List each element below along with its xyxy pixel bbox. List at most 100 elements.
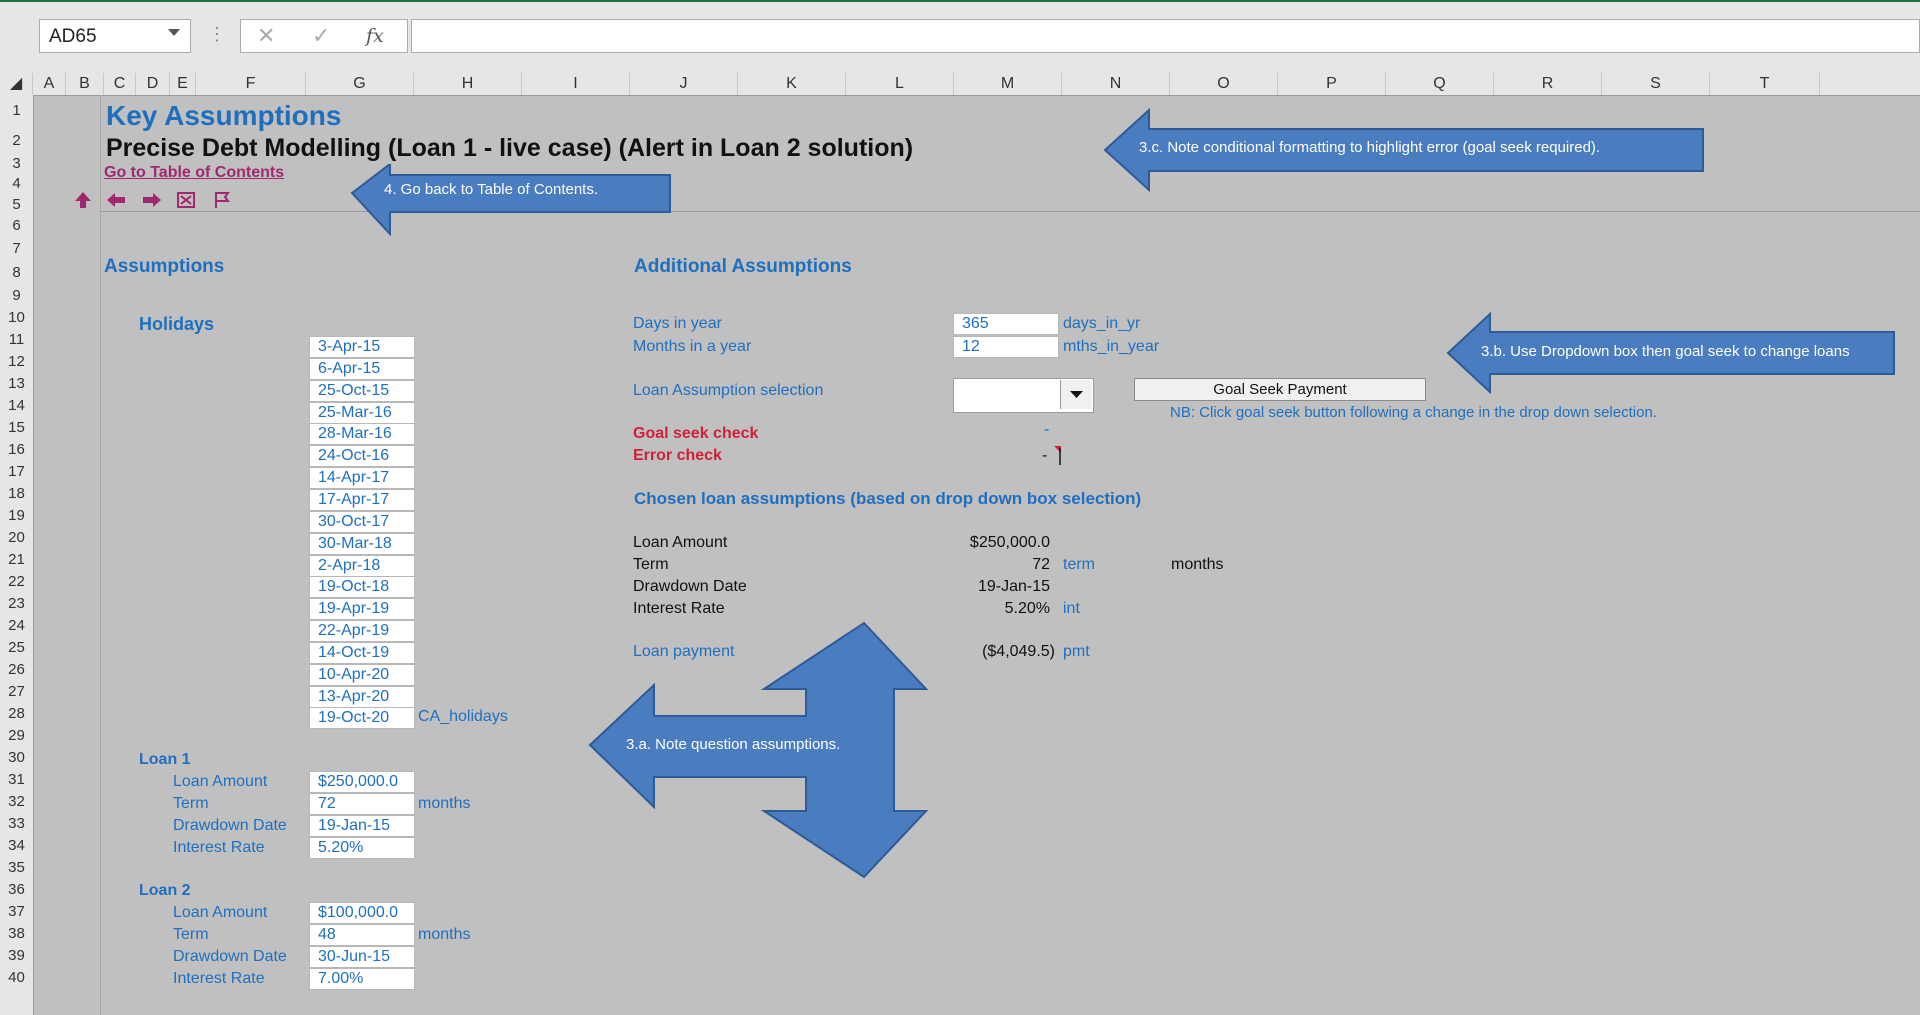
loan2-rate-input[interactable]: 7.00% xyxy=(309,968,415,990)
row-header[interactable]: 6 xyxy=(0,215,33,237)
holiday-date-input[interactable]: 25-Mar-16 xyxy=(309,401,415,424)
holiday-date-input[interactable]: 14-Apr-17 xyxy=(309,467,415,490)
holiday-date-input[interactable]: 28-Mar-16 xyxy=(309,423,415,446)
row-header[interactable]: 9 xyxy=(0,285,33,307)
row-header[interactable]: 15 xyxy=(0,417,33,439)
row-header[interactable]: 7 xyxy=(0,238,33,260)
column-header[interactable]: Q xyxy=(1386,73,1494,95)
row-header[interactable]: 39 xyxy=(0,945,33,967)
row-header[interactable]: 19 xyxy=(0,505,33,527)
holiday-date-input[interactable]: 14-Oct-19 xyxy=(309,641,415,664)
holiday-date-input[interactable]: 6-Apr-15 xyxy=(309,357,415,380)
days-in-year-input[interactable]: 365 xyxy=(953,313,1059,335)
row-header[interactable]: 38 xyxy=(0,923,33,945)
row-header[interactable]: 36 xyxy=(0,879,33,901)
holiday-date-input[interactable]: 19-Oct-18 xyxy=(309,576,415,599)
column-header[interactable]: R xyxy=(1494,73,1602,95)
holiday-date-input[interactable]: 25-Oct-15 xyxy=(309,379,415,402)
row-header[interactable]: 20 xyxy=(0,527,33,549)
holiday-date-input[interactable]: 10-Apr-20 xyxy=(309,663,415,686)
holiday-date-input[interactable]: 24-Oct-16 xyxy=(309,445,415,468)
column-header[interactable]: B xyxy=(66,73,104,95)
dropdown-button[interactable] xyxy=(1060,380,1092,409)
comment-indicator-icon[interactable] xyxy=(1052,446,1062,466)
right-arrow-icon[interactable] xyxy=(142,191,162,209)
row-header[interactable]: 8 xyxy=(0,262,33,284)
row-header[interactable]: 22 xyxy=(0,571,33,593)
row-header[interactable]: 32 xyxy=(0,791,33,813)
holiday-date-input[interactable]: 22-Apr-19 xyxy=(309,620,415,643)
holiday-date-input[interactable]: 19-Apr-19 xyxy=(309,598,415,621)
row-header[interactable]: 14 xyxy=(0,395,33,417)
row-header[interactable]: 21 xyxy=(0,549,33,571)
flag-icon[interactable] xyxy=(213,191,231,209)
row-header[interactable]: 17 xyxy=(0,461,33,483)
column-header[interactable]: O xyxy=(1170,73,1278,95)
row-header[interactable]: 27 xyxy=(0,681,33,703)
close-box-icon[interactable] xyxy=(177,191,195,209)
left-arrow-icon[interactable] xyxy=(106,191,126,209)
up-arrow-icon[interactable] xyxy=(74,191,92,209)
holiday-date-input[interactable]: 30-Oct-17 xyxy=(309,510,415,533)
name-box[interactable]: AD65 xyxy=(39,19,191,53)
toc-link[interactable]: Go to Table of Contents xyxy=(104,163,284,183)
column-header[interactable]: C xyxy=(104,73,136,95)
insert-function-icon[interactable]: fx xyxy=(366,25,384,47)
row-header[interactable]: 18 xyxy=(0,483,33,505)
column-header[interactable]: D xyxy=(136,73,170,95)
holiday-date-input[interactable]: 13-Apr-20 xyxy=(309,685,415,708)
row-header[interactable]: 35 xyxy=(0,857,33,879)
formula-input[interactable] xyxy=(411,19,1920,53)
column-header[interactable]: T xyxy=(1710,73,1820,95)
goal-seek-payment-button[interactable]: Goal Seek Payment xyxy=(1134,378,1426,401)
months-in-year-input[interactable]: 12 xyxy=(953,336,1059,358)
column-header[interactable]: S xyxy=(1602,73,1710,95)
row-header[interactable]: 29 xyxy=(0,725,33,747)
row-header[interactable]: 10 xyxy=(0,307,33,329)
loan2-amount-input[interactable]: $100,000.0 xyxy=(309,902,415,924)
name-box-dropdown-icon[interactable] xyxy=(168,29,180,36)
row-header[interactable]: 13 xyxy=(0,373,33,395)
holiday-date-input[interactable]: 30-Mar-18 xyxy=(309,532,415,555)
loan1-date-input[interactable]: 19-Jan-15 xyxy=(309,815,415,837)
row-header[interactable]: 34 xyxy=(0,835,33,857)
row-header[interactable]: 25 xyxy=(0,637,33,659)
row-header[interactable]: 31 xyxy=(0,769,33,791)
holiday-date-input[interactable]: 3-Apr-15 xyxy=(309,336,415,358)
column-header[interactable]: A xyxy=(33,73,66,95)
holiday-date-input[interactable]: 2-Apr-18 xyxy=(309,554,415,577)
row-header[interactable]: 5 xyxy=(0,194,33,216)
column-header[interactable]: M xyxy=(954,73,1062,95)
column-header[interactable]: E xyxy=(170,73,196,95)
column-header[interactable]: J xyxy=(630,73,738,95)
column-header[interactable]: P xyxy=(1278,73,1386,95)
loan1-term-input[interactable]: 72 xyxy=(309,793,415,815)
row-header[interactable]: 28 xyxy=(0,703,33,725)
row-header[interactable]: 30 xyxy=(0,747,33,769)
holiday-date-input[interactable]: 17-Apr-17 xyxy=(309,488,415,511)
column-header[interactable]: L xyxy=(846,73,954,95)
row-header[interactable]: 1 xyxy=(0,100,33,122)
column-header[interactable]: G xyxy=(306,73,414,95)
row-header[interactable]: 4 xyxy=(0,173,33,195)
holiday-date-input[interactable]: 19-Oct-20 xyxy=(309,707,415,730)
select-all-corner[interactable]: ◢ xyxy=(0,73,33,95)
row-header[interactable]: 26 xyxy=(0,659,33,681)
row-header[interactable]: 16 xyxy=(0,439,33,461)
loan2-date-input[interactable]: 30-Jun-15 xyxy=(309,946,415,968)
row-header[interactable]: 37 xyxy=(0,901,33,923)
row-header[interactable]: 3 xyxy=(0,153,33,175)
column-header[interactable]: F xyxy=(196,73,306,95)
cancel-icon[interactable]: ✕ xyxy=(257,23,275,49)
row-header[interactable]: 24 xyxy=(0,615,33,637)
row-header[interactable]: 33 xyxy=(0,813,33,835)
column-header[interactable]: N xyxy=(1062,73,1170,95)
row-header[interactable]: 11 xyxy=(0,329,33,351)
row-header[interactable]: 12 xyxy=(0,351,33,373)
loan1-rate-input[interactable]: 5.20% xyxy=(309,837,415,859)
column-header[interactable]: H xyxy=(414,73,522,95)
row-header[interactable]: 2 xyxy=(0,130,33,152)
column-header[interactable]: K xyxy=(738,73,846,95)
more-options-icon[interactable]: ⋮ xyxy=(208,24,226,45)
loan1-amount-input[interactable]: $250,000.0 xyxy=(309,771,415,793)
